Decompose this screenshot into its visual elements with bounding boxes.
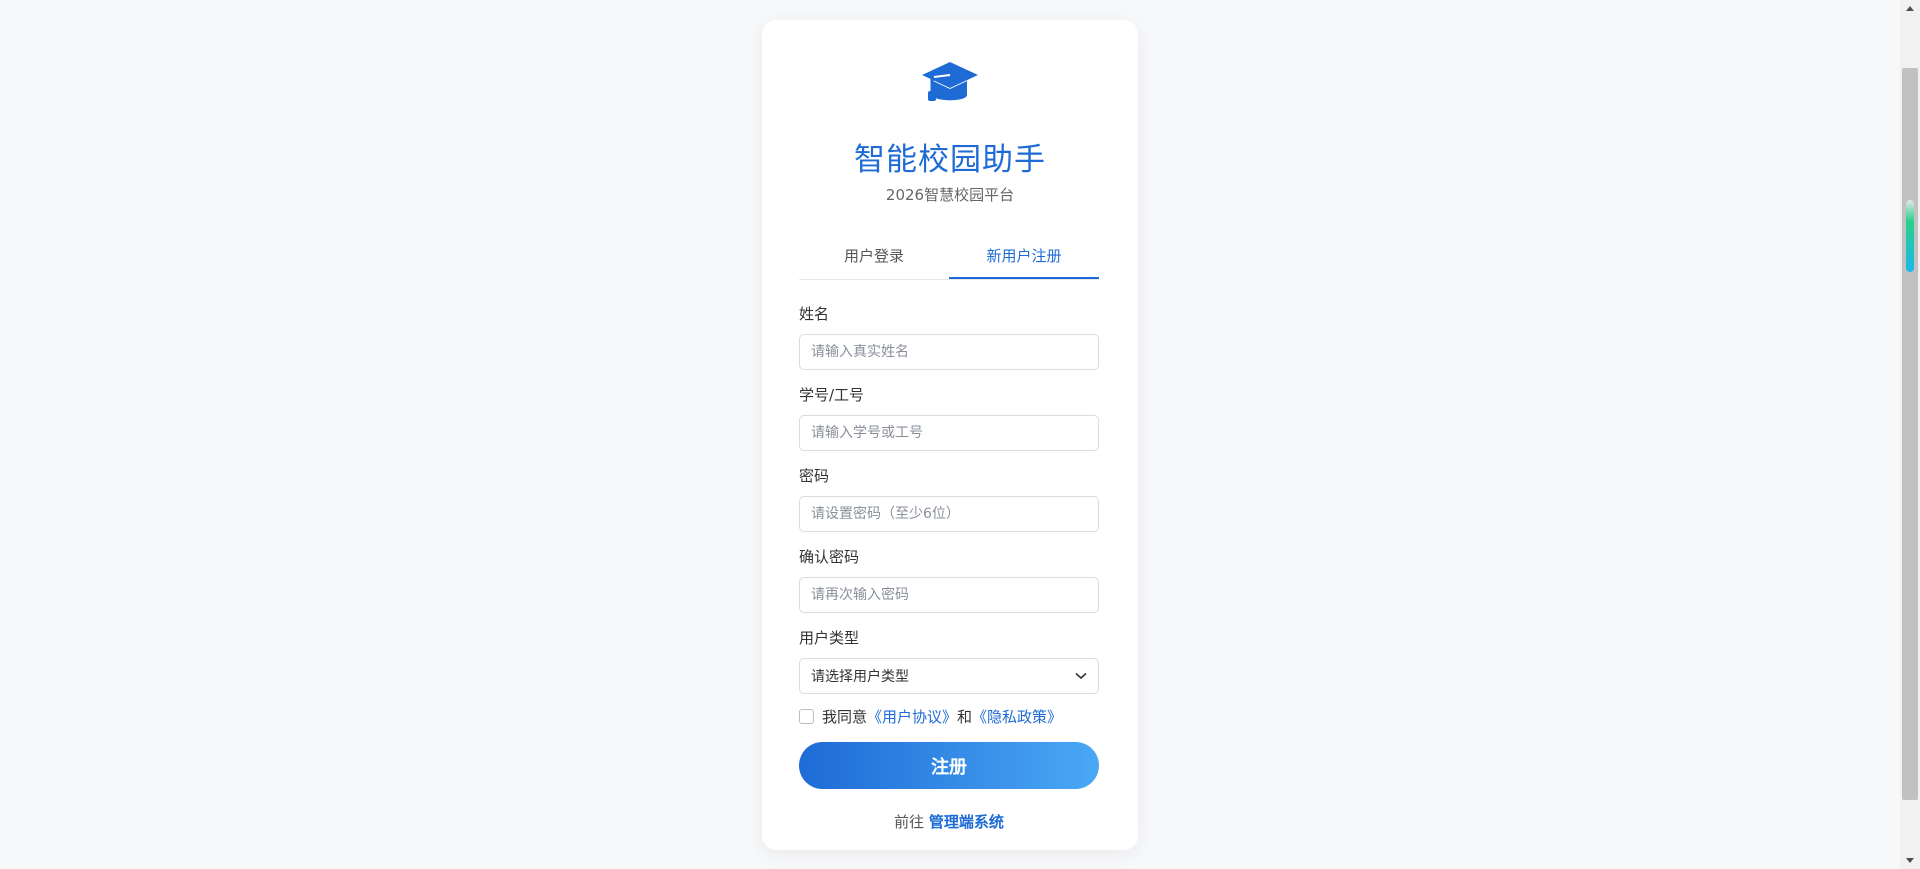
confirm-password-field-group: 确认密码 — [799, 547, 1099, 613]
scroll-thumb[interactable] — [1902, 68, 1918, 800]
footer-prefix: 前往 — [894, 813, 925, 831]
student-id-label: 学号/工号 — [799, 386, 865, 404]
scroll-up-icon[interactable] — [1900, 0, 1920, 17]
register-card: 智能校园助手 2026智慧校园平台 用户登录 新用户注册 姓名 学号/工号 密码… — [762, 20, 1138, 850]
password-label: 密码 — [799, 467, 830, 485]
admin-footer: 前往 管理端系统 — [799, 811, 1099, 832]
name-field-group: 姓名 — [799, 304, 1099, 370]
admin-system-link[interactable]: 管理端系统 — [929, 813, 1004, 831]
tab-login[interactable]: 用户登录 — [799, 234, 949, 279]
confirm-password-label: 确认密码 — [799, 548, 860, 566]
student-id-input[interactable] — [799, 415, 1099, 451]
user-type-label: 用户类型 — [799, 629, 860, 647]
auth-tabs: 用户登录 新用户注册 — [799, 234, 1099, 280]
password-input[interactable] — [799, 496, 1099, 532]
register-form: 姓名 学号/工号 密码 确认密码 用户类型 请选择用户类型 — [799, 304, 1099, 832]
confirm-password-input[interactable] — [799, 577, 1099, 613]
password-field-group: 密码 — [799, 466, 1099, 532]
tab-register[interactable]: 新用户注册 — [949, 234, 1099, 279]
user-type-select[interactable]: 请选择用户类型 — [799, 658, 1099, 694]
chevron-down-icon — [1075, 668, 1087, 684]
register-button[interactable]: 注册 — [799, 742, 1099, 789]
scroll-position-indicator — [1906, 200, 1914, 272]
name-input[interactable] — [799, 334, 1099, 370]
agreement-conjunction: 和 — [957, 707, 973, 726]
agreement-row: 我同意 《用户协议》 和 《隐私政策》 — [799, 706, 1099, 726]
user-agreement-link[interactable]: 《用户协议》 — [867, 706, 957, 727]
user-type-selected: 请选择用户类型 — [811, 669, 909, 685]
student-id-field-group: 学号/工号 — [799, 385, 1099, 451]
agreement-prefix: 我同意 — [822, 707, 868, 726]
agreement-checkbox[interactable] — [799, 708, 814, 724]
page-scrollbar[interactable] — [1900, 0, 1920, 869]
app-title: 智能校园助手 — [854, 142, 1046, 178]
privacy-policy-link[interactable]: 《隐私政策》 — [972, 706, 1062, 727]
graduation-cap-icon — [920, 58, 980, 108]
name-label: 姓名 — [799, 305, 830, 323]
scroll-down-icon[interactable] — [1900, 852, 1920, 869]
app-subtitle: 2026智慧校园平台 — [885, 186, 1015, 204]
page-viewport: 智能校园助手 2026智慧校园平台 用户登录 新用户注册 姓名 学号/工号 密码… — [0, 0, 1900, 869]
user-type-field-group: 用户类型 请选择用户类型 — [799, 628, 1099, 694]
